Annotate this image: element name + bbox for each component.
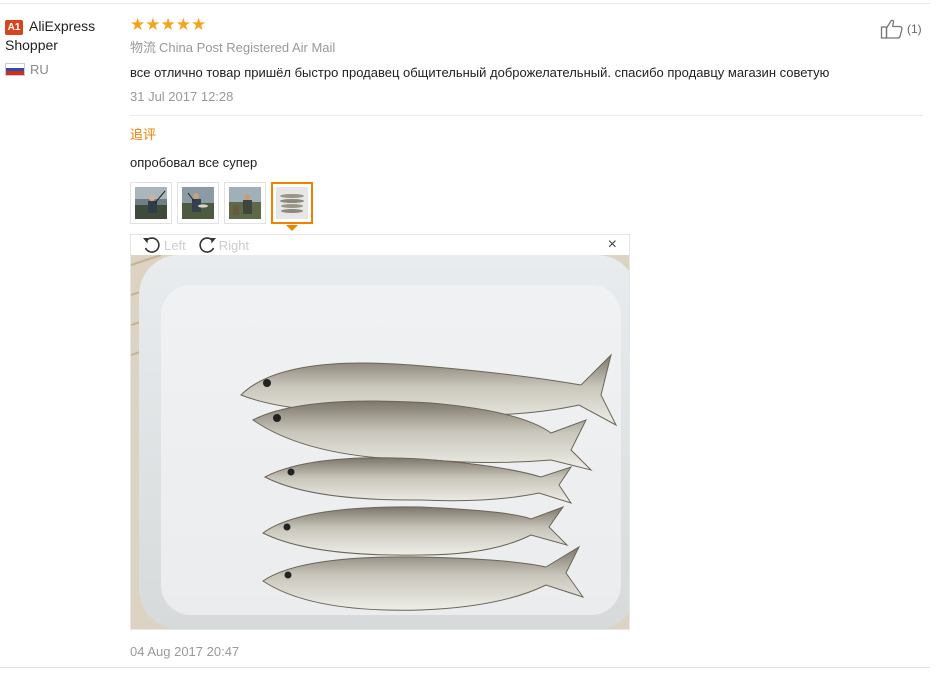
reviewer-name-block: A1 AliExpress Shopper [5,17,123,55]
shipping-method: China Post Registered Air Mail [159,40,336,55]
photo-thumbnail[interactable] [130,182,172,224]
photo-fish-tray [276,187,308,219]
fish-group [240,353,618,611]
country-code: RU [30,62,49,77]
photo-fishing-shore [229,187,261,219]
photo-thumbnails [130,182,925,231]
top-divider [0,3,930,4]
additional-feedback-text: опробовал все супер [130,155,258,170]
rotate-left-label: Left [164,237,186,253]
reviewer-country: RU [5,62,123,77]
photo-fishing-catch [182,187,214,219]
selected-indicator-arrow [286,225,298,231]
additional-feedback-date: 04 Aug 2017 20:47 [130,644,240,659]
review-date: 31 Jul 2017 12:28 [130,89,234,104]
review-text: все отлично товар пришёл быстро продавец… [130,65,830,80]
rotate-right-icon [199,237,216,253]
review-content: ★★★★★ 物流 China Post Registered Air Mail в… [130,16,925,660]
close-viewer-button[interactable]: × [608,236,617,254]
rotate-left-button[interactable]: Left [141,235,186,255]
enlarged-photo-fish-tray [131,255,629,629]
photo-thumbnail[interactable] [224,182,266,224]
photo-fishing-river [135,187,167,219]
photo-thumbnail[interactable] [177,182,219,224]
rotate-left-icon [143,237,160,253]
rating-stars: ★★★★★ [130,15,207,34]
reviewer-info: A1 AliExpress Shopper RU [5,17,123,77]
photo-viewer: Left Right × [130,234,630,630]
russia-flag-icon [5,63,25,76]
review-divider [130,115,923,116]
photo-thumbnail-selected[interactable] [271,182,313,231]
additional-feedback-label: 追评 [130,127,157,142]
shipping-info: 物流 China Post Registered Air Mail [130,40,925,56]
photo-viewer-toolbar: Left Right × [131,235,629,255]
rotate-right-label: Right [218,237,250,253]
shipping-tag: 物流 [130,40,157,55]
buyer-level-badge: A1 [5,20,23,35]
rotate-right-button[interactable]: Right [196,235,249,255]
bottom-divider [0,667,930,668]
